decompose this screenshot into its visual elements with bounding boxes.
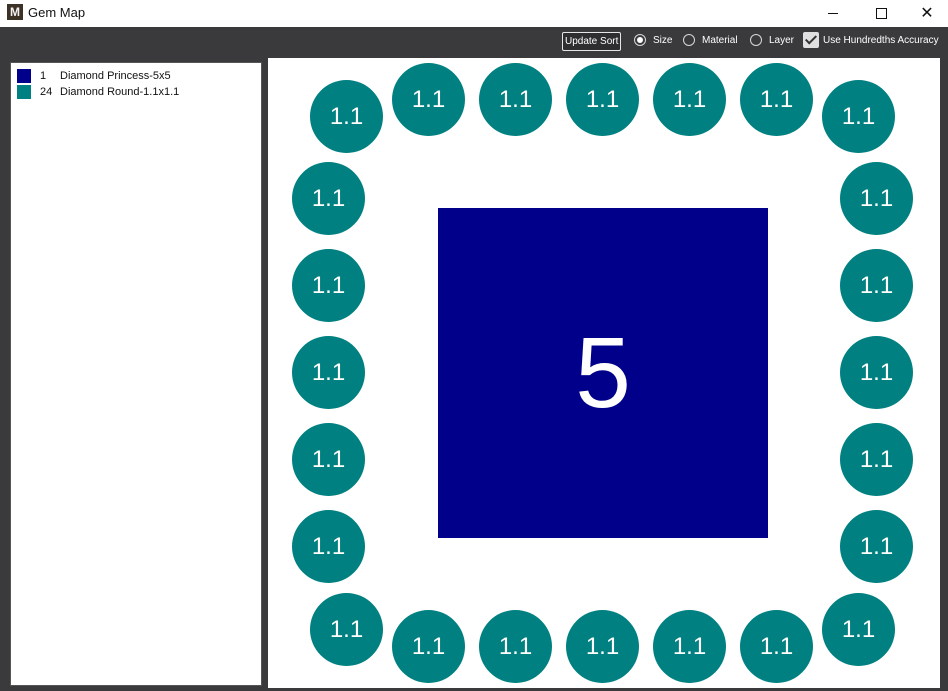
hundredths-checkbox[interactable] xyxy=(803,32,819,48)
legend-count: 24 xyxy=(40,86,53,98)
material-label[interactable]: Material xyxy=(702,35,738,46)
material-radio[interactable] xyxy=(683,34,695,46)
legend-swatch xyxy=(17,69,31,83)
round-gem[interactable]: 1.1 xyxy=(479,610,552,683)
close-button[interactable]: ✕ xyxy=(904,0,948,27)
size-radio[interactable] xyxy=(634,34,646,46)
round-gem[interactable]: 1.1 xyxy=(292,162,365,235)
map-edge xyxy=(940,58,948,688)
round-gem[interactable]: 1.1 xyxy=(310,80,383,153)
checkmark-icon xyxy=(804,32,818,45)
round-gem[interactable]: 1.1 xyxy=(840,249,913,322)
hundredths-label[interactable]: Use Hundredths Accuracy xyxy=(823,35,939,46)
size-label[interactable]: Size xyxy=(653,35,672,46)
round-gem[interactable]: 1.1 xyxy=(310,593,383,666)
round-gem[interactable]: 1.1 xyxy=(840,510,913,583)
round-gem[interactable]: 1.1 xyxy=(740,610,813,683)
round-gem[interactable]: 1.1 xyxy=(822,80,895,153)
maximize-button[interactable] xyxy=(858,0,904,27)
round-gem[interactable]: 1.1 xyxy=(292,249,365,322)
legend-count: 1 xyxy=(40,70,47,82)
round-gem[interactable]: 1.1 xyxy=(653,610,726,683)
round-gem[interactable]: 1.1 xyxy=(392,63,465,136)
window-title: Gem Map xyxy=(28,5,86,20)
round-gem[interactable]: 1.1 xyxy=(840,336,913,409)
round-gem[interactable]: 1.1 xyxy=(292,423,365,496)
round-gem[interactable]: 1.1 xyxy=(292,510,365,583)
gem-legend-list[interactable]: 1 Diamond Princess-5x5 24 Diamond Round-… xyxy=(10,62,262,686)
legend-name: Diamond Round-1.1x1.1 xyxy=(60,86,180,98)
round-gem[interactable]: 1.1 xyxy=(292,336,365,409)
round-gem[interactable]: 1.1 xyxy=(566,63,639,136)
round-gem[interactable]: 1.1 xyxy=(822,593,895,666)
layer-label[interactable]: Layer xyxy=(769,35,794,46)
round-gem[interactable]: 1.1 xyxy=(840,162,913,235)
close-icon: ✕ xyxy=(920,4,934,22)
round-gem[interactable]: 1.1 xyxy=(653,63,726,136)
title-bar: M Gem Map ✕ xyxy=(0,0,948,27)
update-sort-button[interactable]: Update Sort xyxy=(562,32,622,51)
round-gem[interactable]: 1.1 xyxy=(740,63,813,136)
round-gem[interactable]: 1.1 xyxy=(840,423,913,496)
gem-map-canvas[interactable]: 5 1.1 1.1 1.1 1.1 1.1 1.1 1.1 1.1 1.1 1.1 1.1 1.1 1.… xyxy=(268,58,940,688)
legend-swatch xyxy=(17,85,31,99)
maximize-icon xyxy=(875,8,887,19)
minimize-icon xyxy=(828,13,838,14)
minimize-button[interactable] xyxy=(810,0,856,27)
round-gem[interactable]: 1.1 xyxy=(566,610,639,683)
app-logo-icon: M xyxy=(7,4,23,20)
legend-name: Diamond Princess-5x5 xyxy=(60,70,171,82)
round-gem[interactable]: 1.1 xyxy=(392,610,465,683)
layer-radio[interactable] xyxy=(750,34,762,46)
round-gem[interactable]: 1.1 xyxy=(479,63,552,136)
princess-gem[interactable]: 5 xyxy=(438,208,768,538)
